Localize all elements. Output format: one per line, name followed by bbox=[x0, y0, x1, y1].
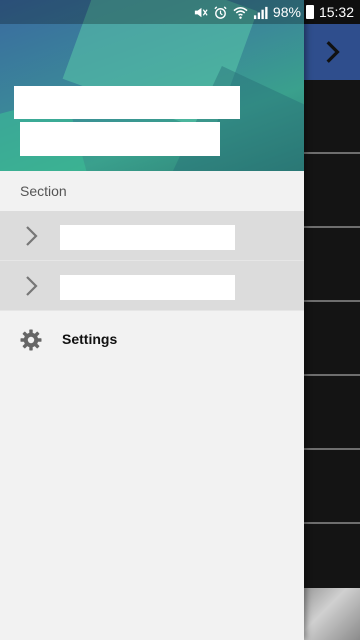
background-row[interactable] bbox=[304, 524, 360, 598]
clock-time: 15:32 bbox=[318, 4, 354, 20]
section-label: Section bbox=[0, 171, 304, 211]
drawer-item[interactable] bbox=[0, 261, 304, 311]
drawer-header bbox=[0, 0, 304, 171]
drawer-item[interactable] bbox=[0, 211, 304, 261]
background-app-bar[interactable] bbox=[304, 24, 360, 80]
background-row[interactable] bbox=[304, 450, 360, 524]
background-list bbox=[304, 80, 360, 598]
background-row[interactable] bbox=[304, 302, 360, 376]
chevron-right-icon bbox=[26, 226, 38, 246]
background-row[interactable] bbox=[304, 154, 360, 228]
wifi-icon bbox=[233, 6, 248, 19]
mute-icon bbox=[194, 7, 208, 17]
header-title-placeholder bbox=[14, 86, 240, 119]
signal-icon bbox=[253, 6, 268, 19]
drawer-item-label-placeholder bbox=[60, 225, 235, 250]
header-subtitle-placeholder bbox=[20, 122, 220, 156]
settings-label: Settings bbox=[62, 331, 118, 347]
navigation-drawer: Section Settings bbox=[0, 0, 304, 640]
battery-percent: 98% bbox=[272, 4, 301, 20]
drawer-item-label-placeholder bbox=[60, 275, 235, 300]
battery-icon bbox=[305, 5, 314, 19]
gear-icon bbox=[20, 329, 42, 351]
background-row[interactable] bbox=[304, 376, 360, 450]
status-bar: 98% 15:32 bbox=[0, 0, 360, 24]
background-thumbnail bbox=[304, 588, 360, 640]
background-row[interactable] bbox=[304, 80, 360, 154]
background-row[interactable] bbox=[304, 228, 360, 302]
settings-item[interactable]: Settings bbox=[0, 311, 304, 369]
chevron-right-icon[interactable] bbox=[319, 39, 345, 65]
chevron-right-icon bbox=[26, 276, 38, 296]
alarm-icon bbox=[214, 5, 227, 19]
